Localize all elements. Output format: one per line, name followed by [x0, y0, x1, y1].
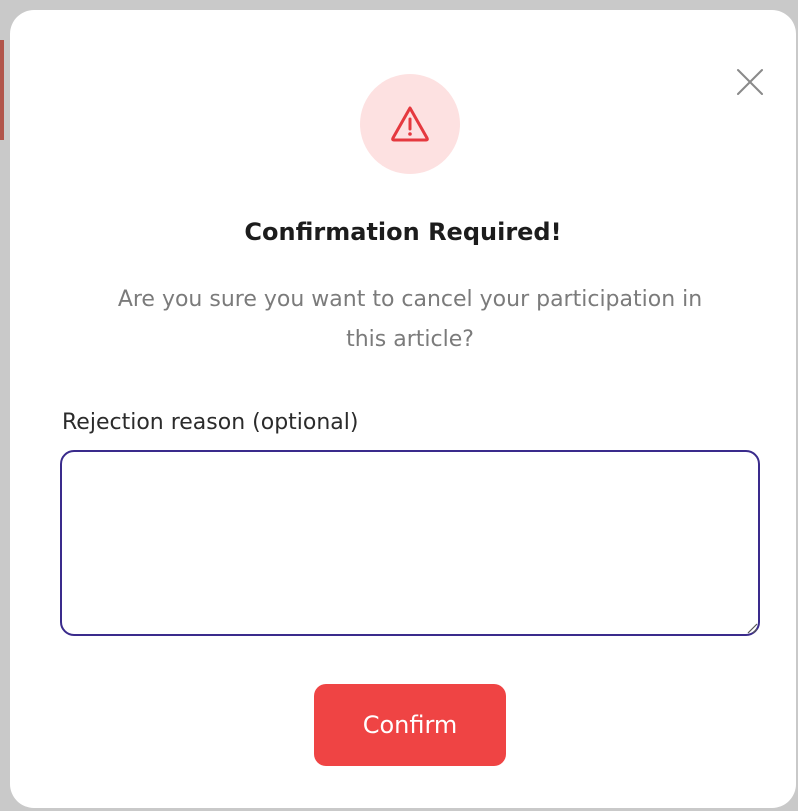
rejection-reason-label: Rejection reason (optional) [62, 410, 359, 435]
warning-badge [360, 74, 460, 174]
backdrop [0, 40, 4, 140]
confirmation-dialog: Confirmation Required! Are you sure you … [10, 10, 796, 808]
warning-triangle-icon [391, 106, 429, 142]
confirm-button[interactable]: Confirm [314, 684, 506, 766]
dialog-title: Confirmation Required! [244, 218, 562, 246]
resize-handle-icon[interactable] [746, 622, 758, 634]
close-button[interactable] [734, 66, 766, 98]
dialog-message: Are you sure you want to cancel your par… [117, 287, 703, 352]
rejection-reason-input[interactable] [60, 450, 760, 636]
close-icon [737, 69, 763, 95]
